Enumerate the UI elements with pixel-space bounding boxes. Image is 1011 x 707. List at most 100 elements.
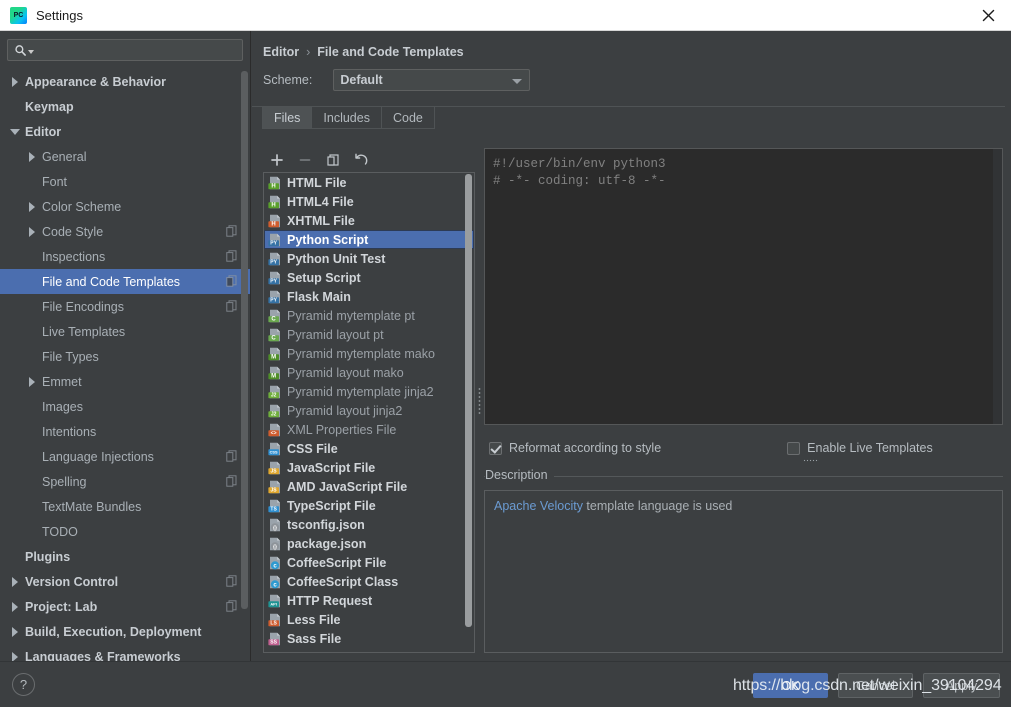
chevron-right-icon[interactable]: [10, 651, 21, 661]
sidebar-scrollbar[interactable]: [241, 71, 248, 631]
template-code-editor[interactable]: #!/user/bin/env python3 # -*- coding: ut…: [484, 148, 1003, 425]
sidebar-item-todo[interactable]: TODO: [0, 519, 250, 544]
template-list-item[interactable]: MPyramid mytemplate mako: [264, 344, 474, 363]
sidebar-item-emmet[interactable]: Emmet: [0, 369, 250, 394]
tab-files[interactable]: Files: [262, 107, 312, 129]
chevron-right-icon[interactable]: [10, 76, 21, 87]
template-list-scrollbar-thumb[interactable]: [465, 174, 472, 627]
chevron-down-icon[interactable]: [10, 126, 21, 137]
editor-scrollbar[interactable]: [993, 149, 1002, 424]
project-scope-icon: [226, 250, 237, 262]
sidebar-item-language-injections[interactable]: Language Injections: [0, 444, 250, 469]
sidebar-item-color-scheme[interactable]: Color Scheme: [0, 194, 250, 219]
apply-button[interactable]: Apply: [923, 673, 1000, 698]
sidebar-item-code-style[interactable]: Code Style: [0, 219, 250, 244]
template-list-item[interactable]: PYSetup Script: [264, 268, 474, 287]
sidebar-item-file-encodings[interactable]: File Encodings: [0, 294, 250, 319]
sidebar-item-file-types[interactable]: File Types: [0, 344, 250, 369]
template-list-item[interactable]: {}tsconfig.json: [264, 515, 474, 534]
tab-code[interactable]: Code: [381, 107, 435, 129]
splitter-grip-icon[interactable]: [478, 387, 481, 415]
ok-button[interactable]: OK: [753, 673, 828, 698]
template-list-scrollbar[interactable]: [464, 174, 473, 651]
sidebar-item-languages-frameworks[interactable]: Languages & Frameworks: [0, 644, 250, 661]
copy-template-button[interactable]: [325, 152, 341, 168]
template-list-item[interactable]: SSSass File: [264, 629, 474, 648]
sidebar-item-file-and-code-templates[interactable]: File and Code Templates: [0, 269, 250, 294]
template-list-item[interactable]: CPyramid layout pt: [264, 325, 474, 344]
reformat-checkbox[interactable]: Reformat according to style: [489, 441, 661, 455]
cancel-button[interactable]: Cancel: [838, 673, 913, 698]
sidebar-item-label: Font: [42, 175, 67, 189]
template-list-item[interactable]: J2Pyramid mytemplate jinja2: [264, 382, 474, 401]
sidebar-item-live-templates[interactable]: Live Templates: [0, 319, 250, 344]
chevron-right-icon[interactable]: [10, 601, 21, 612]
sidebar-item-spelling[interactable]: Spelling: [0, 469, 250, 494]
sidebar-item-keymap[interactable]: Keymap: [0, 94, 250, 119]
template-list-item[interactable]: HHTML File: [264, 173, 474, 192]
chevron-right-icon[interactable]: [27, 201, 38, 212]
template-list-item[interactable]: J2Pyramid layout jinja2: [264, 401, 474, 420]
search-box[interactable]: [7, 39, 243, 61]
close-icon[interactable]: [965, 0, 1011, 30]
sidebar-item-plugins[interactable]: Plugins: [0, 544, 250, 569]
template-list-item[interactable]: CPyramid mytemplate pt: [264, 306, 474, 325]
template-list-panel: HHTML FileHHTML4 FileHXHTML FilePYPython…: [263, 148, 475, 653]
apache-velocity-link[interactable]: Apache Velocity: [494, 499, 583, 513]
help-button[interactable]: ?: [12, 673, 35, 696]
svg-text:M: M: [271, 354, 276, 360]
checkbox-box-checked-icon[interactable]: [489, 442, 502, 455]
template-list-item[interactable]: TSTypeScript File: [264, 496, 474, 515]
scheme-row: Scheme: Default: [252, 59, 1011, 91]
sidebar-item-editor[interactable]: Editor: [0, 119, 250, 144]
sidebar-item-appearance-behavior[interactable]: Appearance & Behavior: [0, 69, 250, 94]
template-list-item[interactable]: JSAMD JavaScript File: [264, 477, 474, 496]
template-list-item[interactable]: PYFlask Main: [264, 287, 474, 306]
template-list-item[interactable]: cCoffeeScript File: [264, 553, 474, 572]
template-list-item-label: Pyramid layout pt: [287, 328, 384, 342]
search-input[interactable]: [34, 43, 242, 57]
breadcrumb-parent[interactable]: Editor: [263, 45, 299, 59]
chevron-right-icon[interactable]: [27, 226, 38, 237]
sidebar-item-version-control[interactable]: Version Control: [0, 569, 250, 594]
template-list-item[interactable]: MPyramid layout mako: [264, 363, 474, 382]
reset-template-button[interactable]: [353, 152, 369, 168]
template-list-item[interactable]: HHTML4 File: [264, 192, 474, 211]
sidebar-item-textmate-bundles[interactable]: TextMate Bundles: [0, 494, 250, 519]
live-templates-checkbox[interactable]: Enable Live Templates: [787, 441, 933, 455]
sidebar-item-general[interactable]: General: [0, 144, 250, 169]
svg-text:LS: LS: [270, 620, 277, 626]
template-list-item[interactable]: {}package.json: [264, 534, 474, 553]
sidebar-item-images[interactable]: Images: [0, 394, 250, 419]
template-list-item[interactable]: JSJavaScript File: [264, 458, 474, 477]
template-list-item[interactable]: PYPython Script: [264, 230, 474, 249]
sidebar-item-project-lab[interactable]: Project: Lab: [0, 594, 250, 619]
template-list-item[interactable]: CSSCSS File: [264, 439, 474, 458]
chevron-right-icon[interactable]: [27, 376, 38, 387]
template-list-item[interactable]: cCoffeeScript Class: [264, 572, 474, 591]
scheme-dropdown[interactable]: Default: [333, 69, 530, 91]
sidebar-item-font[interactable]: Font: [0, 169, 250, 194]
sidebar-item-intentions[interactable]: Intentions: [0, 419, 250, 444]
chevron-right-icon[interactable]: [10, 576, 21, 587]
chevron-right-icon[interactable]: [10, 626, 21, 637]
python-file-icon: PY: [268, 233, 282, 247]
template-list-item[interactable]: <>XML Properties File: [264, 420, 474, 439]
sidebar-item-inspections[interactable]: Inspections: [0, 244, 250, 269]
panel-splitter[interactable]: [475, 148, 484, 653]
checkbox-box-icon[interactable]: [787, 442, 800, 455]
svg-text:PY: PY: [270, 259, 277, 265]
sidebar-item-build-execution-deployment[interactable]: Build, Execution, Deployment: [0, 619, 250, 644]
remove-template-button[interactable]: [297, 152, 313, 168]
template-list-item[interactable]: PYPython Unit Test: [264, 249, 474, 268]
tab-includes[interactable]: Includes: [311, 107, 382, 129]
template-list-item-label: tsconfig.json: [287, 518, 365, 532]
sidebar-scrollbar-thumb[interactable]: [241, 71, 248, 609]
template-list-item[interactable]: HXHTML File: [264, 211, 474, 230]
add-template-button[interactable]: [269, 152, 285, 168]
chevron-right-icon[interactable]: [27, 151, 38, 162]
template-list-item[interactable]: APIHTTP Request: [264, 591, 474, 610]
sidebar-item-label: Keymap: [25, 100, 74, 114]
template-list-item-label: Less File: [287, 613, 341, 627]
template-list-item[interactable]: LS Less File: [264, 610, 474, 629]
